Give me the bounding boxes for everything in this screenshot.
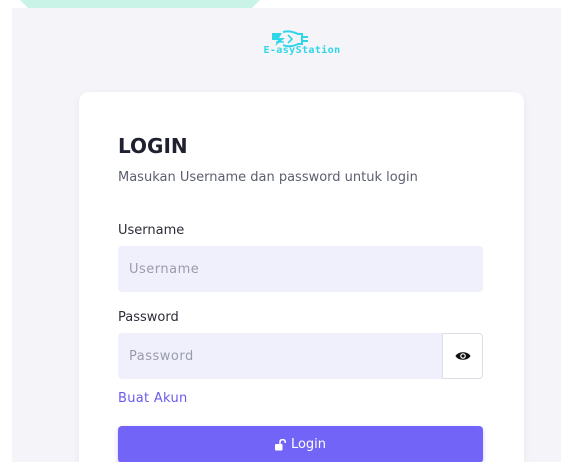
password-label: Password xyxy=(118,310,179,325)
login-title: LOGIN xyxy=(118,134,188,158)
page: E-asyStation LOGIN Masukan Username dan … xyxy=(0,0,565,462)
create-account-link[interactable]: Buat Akun xyxy=(118,391,188,406)
eye-icon xyxy=(455,352,470,360)
unlock-icon xyxy=(274,438,286,450)
content-panel: E-asyStation LOGIN Masukan Username dan … xyxy=(12,8,561,462)
password-input[interactable] xyxy=(118,333,442,379)
show-password-button[interactable] xyxy=(442,333,483,379)
login-subtitle: Masukan Username dan password untuk logi… xyxy=(118,170,418,185)
brand-logo-text: E-asyStation xyxy=(263,45,341,56)
username-input[interactable] xyxy=(118,246,483,292)
login-card: LOGIN Masukan Username dan password untu… xyxy=(79,92,524,462)
login-button[interactable]: Login xyxy=(118,426,483,462)
login-button-label: Login xyxy=(290,437,327,452)
brand-logo[interactable]: E-asyStation xyxy=(240,30,364,58)
username-label: Username xyxy=(118,223,185,238)
